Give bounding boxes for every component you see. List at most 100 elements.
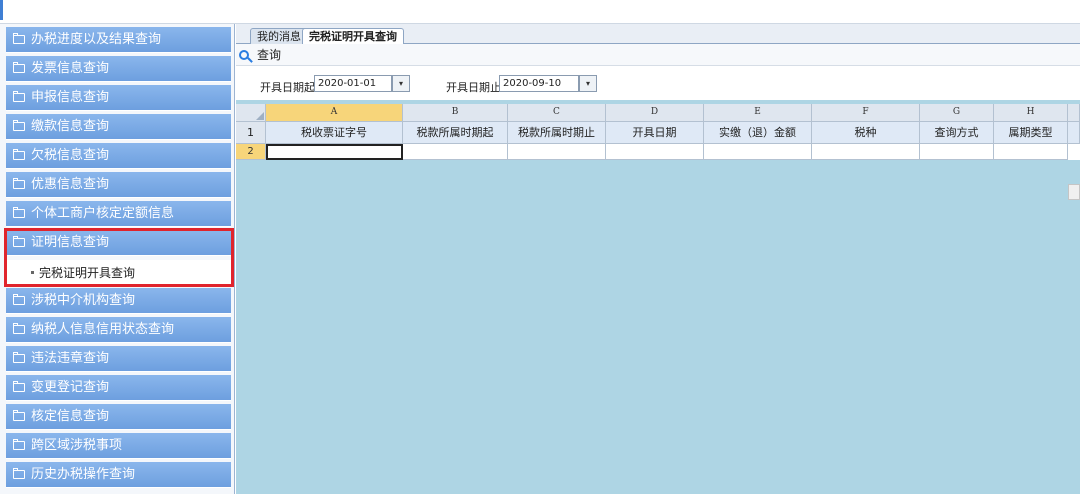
sidebar-item-verification[interactable]: 核定信息查询 — [6, 404, 231, 430]
column-letter[interactable]: H — [994, 104, 1068, 122]
top-bar — [0, 0, 1080, 24]
sidebar-item-label: 证明信息查询 — [31, 234, 110, 250]
folder-icon — [13, 178, 25, 189]
table-cell[interactable] — [704, 144, 812, 160]
row-number[interactable]: 2 — [236, 144, 266, 160]
sidebar-item-label: 欠税信息查询 — [31, 147, 110, 163]
column-header[interactable]: 实缴（退）金额 — [704, 122, 812, 144]
table-cell[interactable] — [508, 144, 606, 160]
calendar-icon[interactable]: ▾ — [579, 75, 597, 92]
sidebar-item-label: 纳税人信息信用状态查询 — [31, 321, 175, 337]
filter-row: 开具日期起 2020-01-01 ▾ 开具日期止 2020-09-10 ▾ — [236, 66, 1080, 100]
column-letter[interactable] — [1068, 104, 1080, 122]
sidebar-item-preferential[interactable]: 优惠信息查询 — [6, 172, 231, 198]
sidebar-item-label: 历史办税操作查询 — [31, 466, 136, 482]
folder-open-icon — [13, 236, 25, 247]
sidebar-item-label: 涉税中介机构查询 — [31, 292, 136, 308]
column-header[interactable]: 开具日期 — [606, 122, 704, 144]
column-letter[interactable]: C — [508, 104, 606, 122]
folder-icon — [13, 410, 25, 421]
folder-icon — [13, 33, 25, 44]
row-number[interactable]: 1 — [236, 122, 266, 144]
sidebar-item-label: 跨区域涉税事项 — [31, 437, 123, 453]
sidebar: 办税进度以及结果查询 发票信息查询 申报信息查询 缴款信息查询 欠税信息查询 优… — [0, 24, 235, 494]
sidebar-item-intermediary[interactable]: 涉税中介机构查询 — [6, 288, 231, 314]
table-row: 2 — [236, 144, 1080, 200]
table-cell[interactable] — [812, 144, 920, 160]
column-letter[interactable]: B — [403, 104, 508, 122]
tab-tax-certificate-query[interactable]: 完税证明开具查询 — [302, 28, 404, 45]
sidebar-item-change-registration[interactable]: 变更登记查询 — [6, 375, 231, 401]
sidebar-item-violation[interactable]: 违法违章查询 — [6, 346, 231, 372]
sidebar-item-arrears[interactable]: 欠税信息查询 — [6, 143, 231, 169]
column-header[interactable]: 税款所属时期止 — [508, 122, 606, 144]
column-header[interactable] — [1068, 122, 1080, 144]
tab-label: 我的消息 — [257, 30, 301, 43]
folder-icon — [13, 149, 25, 160]
column-letter[interactable]: G — [920, 104, 994, 122]
table-cell[interactable] — [920, 144, 994, 160]
folder-icon — [13, 91, 25, 102]
folder-icon — [13, 207, 25, 218]
calendar-icon[interactable]: ▾ — [392, 75, 410, 92]
start-date-input[interactable]: 2020-01-01 — [314, 75, 392, 92]
scrollbar[interactable] — [1068, 184, 1080, 200]
column-header[interactable]: 税款所属时期起 — [403, 122, 508, 144]
sidebar-item-credit-status[interactable]: 纳税人信息信用状态查询 — [6, 317, 231, 343]
folder-icon — [13, 381, 25, 392]
sidebar-item-label: 违法违章查询 — [31, 350, 110, 366]
sidebar-item-invoice[interactable]: 发票信息查询 — [6, 56, 231, 82]
sidebar-item-label: 个体工商户核定定额信息 — [31, 205, 175, 221]
column-letter[interactable]: A — [266, 104, 403, 122]
top-accent — [0, 0, 3, 20]
column-header[interactable]: 税种 — [812, 122, 920, 144]
tab-bar: 我的消息 完税证明开具查询 — [236, 24, 1080, 45]
sidebar-item-history[interactable]: 历史办税操作查询 — [6, 462, 231, 488]
search-icon[interactable] — [239, 49, 249, 60]
sidebar-subitem-tax-certificate[interactable]: 完税证明开具查询 — [6, 260, 231, 286]
sidebar-item-payment[interactable]: 缴款信息查询 — [6, 114, 231, 140]
bullet-icon — [31, 271, 34, 274]
corner-triangle-icon — [256, 112, 264, 120]
folder-icon — [13, 468, 25, 479]
start-date-label: 开具日期起 — [260, 81, 315, 94]
sidebar-subitem-label: 完税证明开具查询 — [39, 266, 136, 280]
sidebar-item-cross-region[interactable]: 跨区域涉税事项 — [6, 433, 231, 459]
column-letter[interactable]: D — [606, 104, 704, 122]
table-cell[interactable] — [403, 144, 508, 160]
sidebar-item-certificate[interactable]: 证明信息查询 — [6, 230, 231, 256]
folder-icon — [13, 294, 25, 305]
active-cell[interactable] — [266, 144, 403, 160]
column-header[interactable]: 查询方式 — [920, 122, 994, 144]
sidebar-item-label: 变更登记查询 — [31, 379, 110, 395]
query-button[interactable]: 查询 — [257, 46, 281, 63]
toolbar: 查询 — [236, 44, 1080, 66]
column-letter-row: A B C D E F G H — [236, 104, 1080, 122]
folder-icon — [13, 323, 25, 334]
sidebar-item-tax-progress[interactable]: 办税进度以及结果查询 — [6, 27, 231, 53]
folder-icon — [13, 439, 25, 450]
folder-icon — [13, 352, 25, 363]
table-cell[interactable] — [606, 144, 704, 160]
main-panel: 我的消息 完税证明开具查询 查询 开具日期起 2020-01-01 ▾ 开具日期… — [236, 24, 1080, 494]
grid-corner[interactable] — [236, 104, 266, 122]
tab-my-messages[interactable]: 我的消息 — [250, 28, 308, 44]
sidebar-item-label: 优惠信息查询 — [31, 176, 110, 192]
sidebar-item-label: 办税进度以及结果查询 — [31, 31, 162, 47]
sidebar-item-label: 核定信息查询 — [31, 408, 110, 424]
column-header[interactable]: 属期类型 — [994, 122, 1068, 144]
column-letter[interactable]: E — [704, 104, 812, 122]
tab-label: 完税证明开具查询 — [309, 30, 397, 43]
sidebar-item-label: 发票信息查询 — [31, 60, 110, 76]
folder-icon — [13, 62, 25, 73]
end-date-input[interactable]: 2020-09-10 — [499, 75, 579, 92]
table-cell[interactable] — [994, 144, 1068, 160]
end-date-label: 开具日期止 — [446, 81, 501, 94]
sidebar-item-label: 缴款信息查询 — [31, 118, 110, 134]
column-letter[interactable]: F — [812, 104, 920, 122]
sidebar-item-label: 申报信息查询 — [31, 89, 110, 105]
column-header[interactable]: 税收票证字号 — [266, 122, 403, 144]
table-header-row: 1 税收票证字号 税款所属时期起 税款所属时期止 开具日期 实缴（退）金额 税种… — [236, 122, 1080, 144]
sidebar-item-individual-quota[interactable]: 个体工商户核定定额信息 — [6, 201, 231, 227]
sidebar-item-declaration[interactable]: 申报信息查询 — [6, 85, 231, 111]
